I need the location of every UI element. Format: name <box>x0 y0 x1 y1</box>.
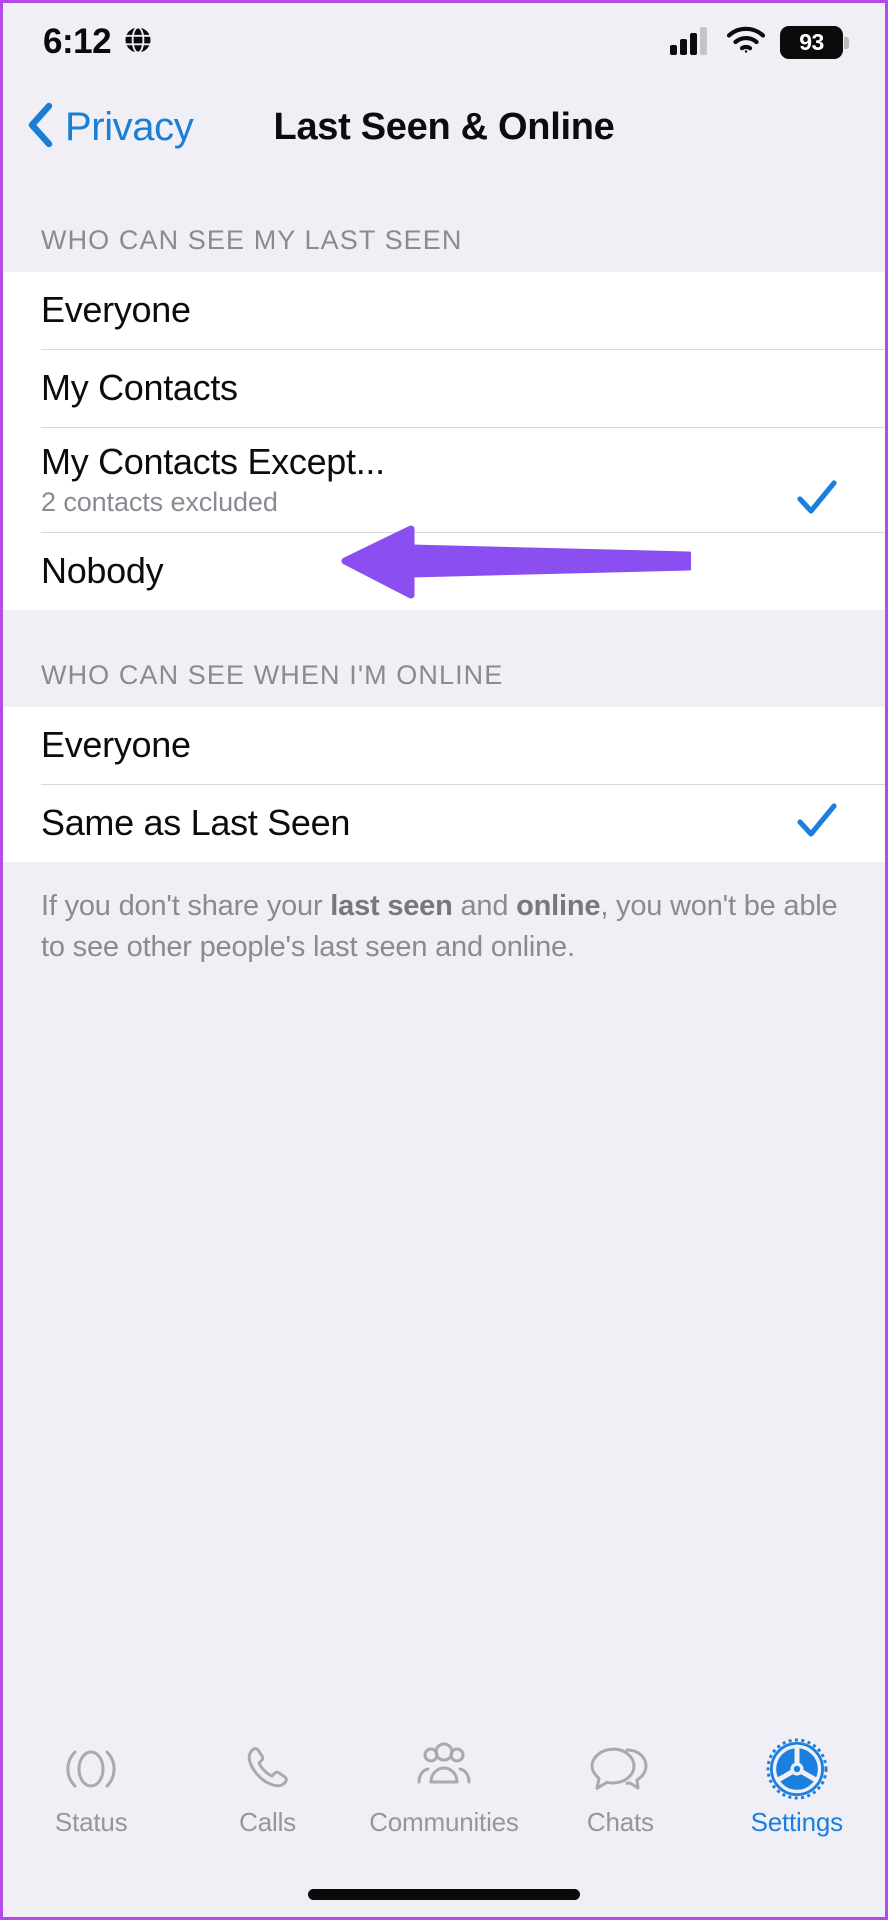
option-label: Nobody <box>41 550 164 592</box>
footnote-bold-last-seen: last seen <box>330 890 453 922</box>
tab-label: Settings <box>750 1807 844 1837</box>
option-row-my-contacts[interactable]: My Contacts <box>3 350 885 427</box>
row-text-block: My Contacts <box>41 367 841 409</box>
checkmark-icon <box>793 797 841 850</box>
footnote-part-1: If you don't share your <box>41 890 331 922</box>
home-indicator[interactable] <box>308 1888 580 1900</box>
option-row-everyone[interactable]: Everyone <box>3 272 885 349</box>
tab-label: Calls <box>239 1807 296 1837</box>
back-button[interactable]: Privacy <box>3 101 194 154</box>
status-bar: 6:12 93 <box>3 3 885 81</box>
tab-label: Status <box>54 1807 128 1837</box>
option-row-online-everyone[interactable]: Everyone <box>3 707 885 784</box>
tab-status[interactable]: Status <box>16 1737 166 1838</box>
checkmark-icon <box>793 474 841 527</box>
chat-bubbles-icon <box>587 1737 653 1801</box>
section-footnote: If you don't share your last seen and on… <box>3 862 885 968</box>
status-bar-time: 6:12 <box>43 22 112 61</box>
battery-level: 93 <box>799 28 824 55</box>
home-indicator-area <box>3 1871 885 1917</box>
row-text-block: Nobody <box>41 550 841 592</box>
row-text-block: Everyone <box>41 724 841 766</box>
tab-chats[interactable]: Chats <box>545 1737 695 1838</box>
row-text-block: Same as Last Seen <box>41 802 793 844</box>
footnote-bold-online: online <box>516 890 601 922</box>
section-header-online: WHO CAN SEE WHEN I'M ONLINE <box>3 610 885 707</box>
battery-indicator: 93 <box>780 25 849 59</box>
tab-calls[interactable]: Calls <box>193 1737 343 1838</box>
option-sublabel: 2 contacts excluded <box>41 487 278 518</box>
option-row-nobody[interactable]: Nobody <box>3 533 885 610</box>
tab-label: Communities <box>369 1807 519 1837</box>
tab-communities[interactable]: Communities <box>369 1737 519 1838</box>
option-row-same-as-last-seen[interactable]: Same as Last Seen <box>3 785 885 862</box>
tab-label: Chats <box>586 1807 654 1837</box>
status-bar-left: 6:12 <box>43 22 153 62</box>
option-label: Same as Last Seen <box>41 802 351 844</box>
wifi-icon <box>726 25 766 60</box>
footnote-part-2: and <box>452 890 517 922</box>
bottom-tab-bar: Status Calls Communities Chats Settings <box>3 1721 885 1871</box>
phone-screen: 6:12 93 Privacy Last Seen & Online WHO C… <box>0 0 888 1920</box>
settings-content: WHO CAN SEE MY LAST SEEN Everyone My Con… <box>3 173 885 1721</box>
option-label: Everyone <box>41 724 191 766</box>
tab-settings[interactable]: Settings <box>722 1737 872 1838</box>
status-ring-icon <box>61 1737 121 1801</box>
row-text-block: My Contacts Except... 2 contacts exclude… <box>41 441 793 518</box>
signal-bars-icon <box>670 25 712 60</box>
online-options-group: Everyone Same as Last Seen <box>3 707 885 862</box>
status-bar-right: 93 <box>670 25 849 60</box>
back-button-label: Privacy <box>65 104 194 149</box>
option-row-my-contacts-except[interactable]: My Contacts Except... 2 contacts exclude… <box>3 428 885 532</box>
gear-icon <box>766 1737 828 1801</box>
chevron-left-icon <box>25 101 55 154</box>
section-header-last-seen: WHO CAN SEE MY LAST SEEN <box>3 173 885 272</box>
option-label: My Contacts <box>41 367 238 409</box>
phone-icon <box>238 1737 298 1801</box>
navigation-bar: Privacy Last Seen & Online <box>3 81 885 173</box>
last-seen-options-group: Everyone My Contacts My Contacts Except.… <box>3 272 885 610</box>
communities-icon <box>411 1737 477 1801</box>
globe-icon <box>123 25 153 60</box>
option-label: My Contacts Except... <box>41 441 385 482</box>
row-text-block: Everyone <box>41 289 841 331</box>
option-label: Everyone <box>41 289 191 331</box>
